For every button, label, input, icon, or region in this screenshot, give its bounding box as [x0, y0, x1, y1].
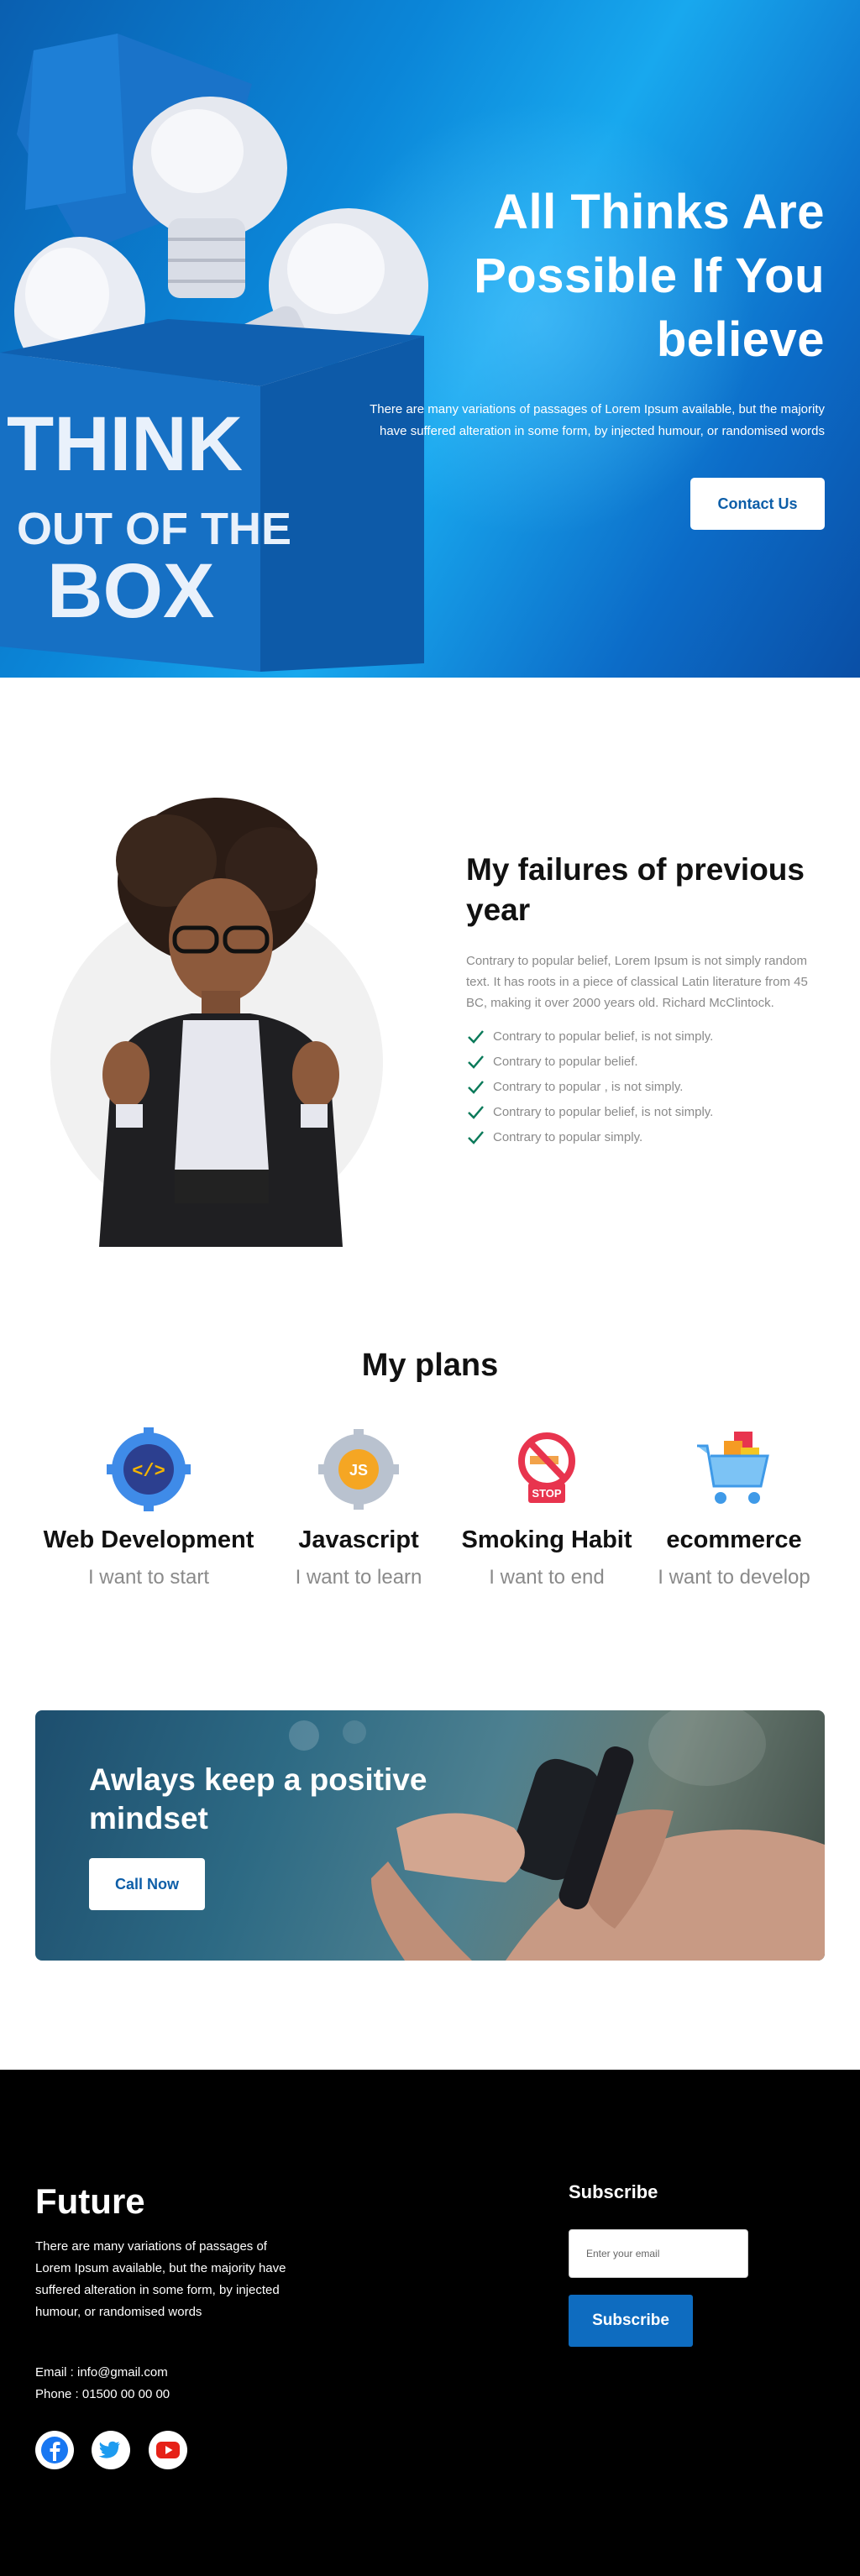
box-text-think: THINK — [7, 401, 243, 487]
list-item-text: Contrary to popular belief, is not simpl… — [493, 1104, 714, 1119]
list-item: Contrary to popular simply. — [466, 1124, 827, 1149]
plan-ecommerce: ecommerce I want to develop — [625, 1427, 843, 1589]
plan-web-development: </> Web Development I want to start — [39, 1427, 258, 1589]
contact-us-button[interactable]: Contact Us — [690, 478, 825, 530]
list-item-text: Contrary to popular belief, is not simpl… — [493, 1029, 714, 1044]
hero-content: All Thinks Are Possible If You believe T… — [354, 181, 825, 530]
plan-subtitle: I want to end — [489, 1566, 605, 1589]
box-text-out: OUT OF THE — [17, 504, 291, 554]
call-now-button[interactable]: Call Now — [89, 1858, 205, 1910]
list-item: Contrary to popular belief. — [466, 1049, 827, 1074]
hero-text: There are many variations of passages of… — [370, 402, 825, 438]
svg-text:STOP: STOP — [532, 1487, 561, 1500]
plan-subtitle: I want to start — [87, 1566, 210, 1589]
svg-text:</>: </> — [132, 1461, 165, 1482]
facebook-icon[interactable] — [35, 2431, 74, 2469]
failures-title: My failures of previous year — [466, 852, 805, 927]
failures-list: Contrary to popular belief, is not simpl… — [466, 1024, 827, 1149]
youtube-icon[interactable] — [149, 2431, 187, 2469]
hero-section: THINK OUT OF THE BOX All Thinks Are Poss… — [0, 0, 860, 678]
failures-paragraph: Contrary to popular belief, Lorem Ipsum … — [466, 954, 808, 1010]
banner-title: Awlays keep a positive mindset — [89, 1762, 427, 1835]
footer: Future There are many variations of pass… — [0, 2070, 860, 2576]
list-item-text: Contrary to popular belief. — [493, 1054, 638, 1069]
list-item: Contrary to popular , is not simply. — [466, 1074, 827, 1099]
check-icon — [468, 1081, 484, 1094]
plan-title: Smoking Habit — [461, 1526, 632, 1553]
footer-description: There are many variations of passages of… — [35, 2239, 286, 2319]
footer-brand: Future — [35, 2181, 145, 2221]
positive-mindset-banner: Awlays keep a positive mindset Call Now — [35, 1710, 825, 1961]
plan-title: Web Development — [43, 1526, 254, 1553]
hero-title: All Thinks Are Possible If You believe — [474, 185, 825, 367]
list-item: Contrary to popular belief, is not simpl… — [466, 1099, 827, 1124]
plan-title: Javascript — [298, 1526, 419, 1553]
plan-smoking-habit: STOP Smoking Habit I want to end — [438, 1427, 656, 1589]
plan-javascript: JS Javascript I want to learn — [249, 1427, 468, 1589]
plan-subtitle: I want to learn — [295, 1566, 422, 1589]
email-input[interactable] — [569, 2229, 748, 2278]
woman-portrait-image — [50, 798, 383, 1247]
subscribe-title: Subscribe — [569, 2181, 658, 2202]
no-smoking-icon: STOP — [518, 1432, 575, 1503]
subscribe-button[interactable]: Subscribe — [569, 2295, 693, 2347]
svg-text:JS: JS — [349, 1462, 368, 1479]
plan-subtitle: I want to develop — [658, 1566, 810, 1589]
twitter-icon[interactable] — [92, 2431, 130, 2469]
page: THINK OUT OF THE BOX All Thinks Are Poss… — [0, 0, 860, 2576]
plans-title: My plans — [361, 1348, 499, 1383]
list-item-text: Contrary to popular , is not simply. — [493, 1079, 684, 1094]
list-item-text: Contrary to popular simply. — [493, 1129, 643, 1144]
box-text-box: BOX — [47, 548, 214, 634]
footer-email: Email : info@gmail.com — [35, 2365, 168, 2380]
check-icon — [468, 1131, 484, 1144]
js-gear-icon: JS — [318, 1429, 399, 1510]
check-icon — [468, 1030, 484, 1044]
code-gear-icon: </> — [107, 1427, 191, 1511]
footer-phone: Phone : 01500 00 00 00 — [35, 2387, 170, 2401]
check-icon — [468, 1106, 484, 1119]
list-item: Contrary to popular belief, is not simpl… — [466, 1024, 827, 1049]
shopping-cart-icon — [697, 1432, 769, 1504]
plan-title: ecommerce — [666, 1526, 802, 1553]
failures-section: My failures of previous year Contrary to… — [466, 850, 827, 1149]
check-icon — [468, 1055, 484, 1069]
